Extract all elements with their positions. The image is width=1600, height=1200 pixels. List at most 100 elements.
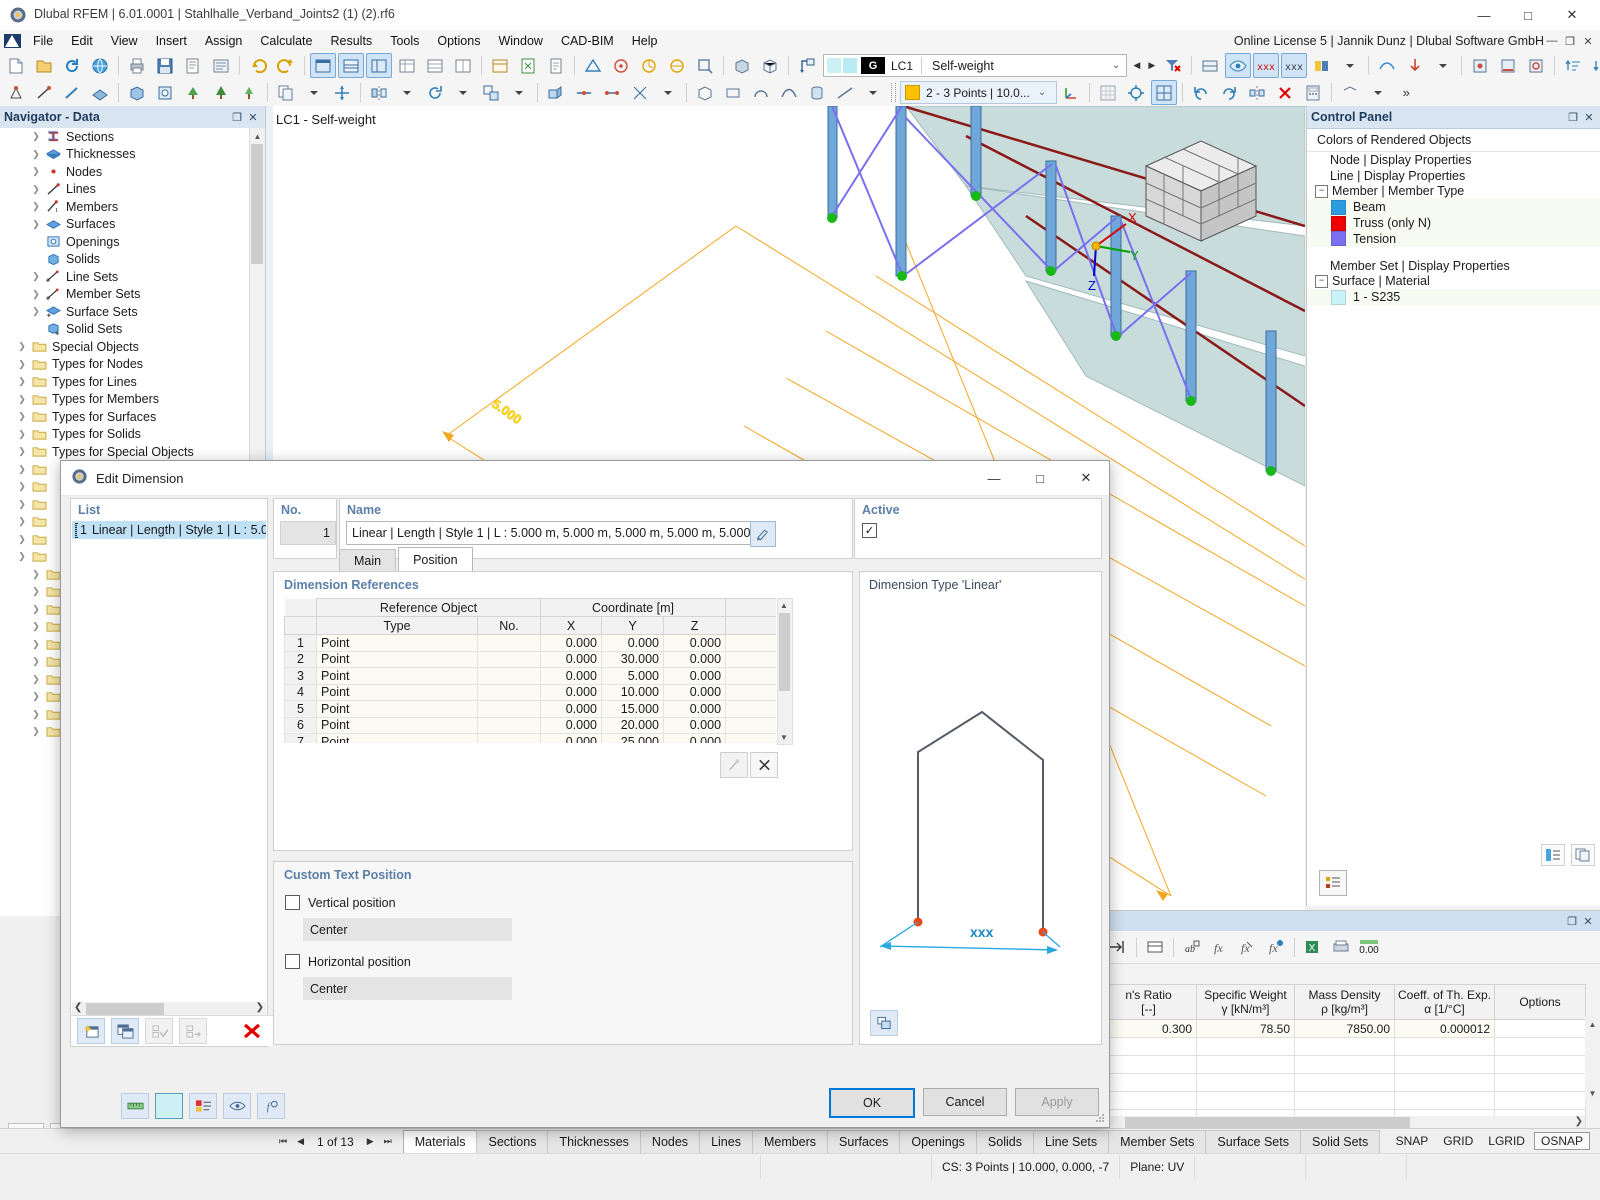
reference-cell-3[interactable]: 0.000: [541, 701, 602, 718]
reference-cell-1[interactable]: Point: [317, 651, 478, 668]
symmetry-icon[interactable]: [1244, 80, 1270, 105]
reference-cell-1[interactable]: Point: [317, 717, 478, 734]
copy-dropdown-icon[interactable]: [301, 80, 327, 105]
redo-view-icon[interactable]: [1216, 80, 1242, 105]
references-table-body[interactable]: 1Point0.0000.0000.0002Point0.00030.0000.…: [285, 635, 777, 744]
record-tab-thicknesses[interactable]: Thicknesses: [547, 1130, 640, 1154]
sort-descending-icon[interactable]: [1588, 53, 1600, 78]
chevron-down-icon[interactable]: ⌄: [1112, 60, 1120, 71]
copy-settings-icon[interactable]: [1571, 844, 1595, 866]
reference-cell-2[interactable]: [478, 635, 541, 652]
reference-cell-2[interactable]: [478, 668, 541, 685]
chevron-right-icon[interactable]: ❯: [14, 429, 30, 440]
chevron-right-icon[interactable]: ❯: [28, 201, 44, 212]
print-preview-icon[interactable]: [180, 53, 206, 78]
insert-tree2-icon[interactable]: [208, 80, 234, 105]
color-swatch[interactable]: [1331, 200, 1346, 215]
reference-cell-1[interactable]: Point: [317, 684, 478, 701]
reference-cell-4[interactable]: 25.000: [602, 734, 664, 744]
materials-cell-empty[interactable]: [1197, 1074, 1295, 1092]
navigator-item-types-for-members[interactable]: ❯Types for Members: [0, 391, 250, 409]
materials-cell-empty[interactable]: [1395, 1056, 1495, 1074]
reference-row[interactable]: 2Point0.00030.0000.000: [285, 651, 777, 668]
reference-cell-0[interactable]: 1: [285, 635, 317, 652]
rotate-dropdown-icon[interactable]: [450, 80, 476, 105]
dimension-units-icon[interactable]: [121, 1093, 149, 1119]
chevron-right-icon[interactable]: ❯: [28, 726, 44, 737]
reference-cell-4[interactable]: 20.000: [602, 717, 664, 734]
table-print-icon[interactable]: [1327, 934, 1355, 960]
list-scroll-right-icon[interactable]: ❯: [256, 1002, 264, 1013]
control-panel-group-member-member-type[interactable]: −Member | Member Type: [1307, 184, 1600, 200]
dimension-list[interactable]: 1 Linear | Length | Style 1 | L : 5.00: [72, 521, 266, 1016]
navigator-item-solids[interactable]: Solids: [0, 251, 250, 269]
insert-node-icon[interactable]: [3, 80, 29, 105]
chevron-right-icon[interactable]: ❯: [14, 534, 30, 545]
menu-item-window[interactable]: Window: [489, 30, 551, 52]
shape-cylinder-icon[interactable]: [804, 80, 830, 105]
materials-cell-0[interactable]: 0.300: [1101, 1020, 1197, 1038]
reference-cell-0[interactable]: 3: [285, 668, 317, 685]
list-scroll-left-icon[interactable]: ❮: [74, 1002, 82, 1013]
grid-toggle[interactable]: GRID: [1437, 1133, 1479, 1149]
control-panel-group-member-set-display-properties[interactable]: Member Set | Display Properties: [1307, 258, 1600, 274]
materials-cell-empty[interactable]: [1395, 1038, 1495, 1056]
osnap-icon[interactable]: [1123, 80, 1149, 105]
chevron-right-icon[interactable]: ❯: [28, 184, 44, 195]
load-case-selector[interactable]: G LC1 Self-weight ⌄: [823, 54, 1127, 77]
pan-view-icon[interactable]: [664, 53, 690, 78]
materials-cell-empty[interactable]: [1495, 1092, 1586, 1110]
reference-cell-6[interactable]: [726, 684, 776, 701]
load-display-icon[interactable]: [1402, 53, 1428, 78]
chevron-right-icon[interactable]: ❯: [28, 149, 44, 160]
shape-curve-icon[interactable]: [776, 80, 802, 105]
dialog-resize-grip[interactable]: [1094, 1112, 1106, 1124]
reference-cell-0[interactable]: 2: [285, 651, 317, 668]
reference-cell-5[interactable]: 0.000: [664, 668, 726, 685]
grid-view-icon[interactable]: [422, 53, 448, 78]
name-input[interactable]: Linear | Length | Style 1 | L : 5.000 m,…: [346, 521, 754, 545]
show-hidden-icon[interactable]: [1225, 53, 1251, 78]
chevron-right-icon[interactable]: ❯: [28, 674, 44, 685]
chevron-right-icon[interactable]: ❯: [28, 604, 44, 615]
reference-cell-4[interactable]: 5.000: [602, 668, 664, 685]
reference-cell-4[interactable]: 0.000: [602, 635, 664, 652]
view-mode-1-icon[interactable]: [310, 53, 336, 78]
navigator-item-openings[interactable]: Openings: [0, 233, 250, 251]
insert-line-icon[interactable]: [31, 80, 57, 105]
mirror-dropdown-icon[interactable]: [394, 80, 420, 105]
globe-icon[interactable]: [87, 53, 113, 78]
table-formula-delete-icon[interactable]: fx: [1234, 934, 1262, 960]
table-dock-float-button[interactable]: ❐: [1564, 913, 1580, 929]
clear-references-icon[interactable]: [750, 752, 778, 778]
materials-cell-empty[interactable]: [1101, 1056, 1197, 1074]
insert-member-icon[interactable]: [59, 80, 85, 105]
navigator-item-thicknesses[interactable]: ❯Thicknesses: [0, 146, 250, 164]
navigator-item-surfaces[interactable]: ❯Surfaces: [0, 216, 250, 234]
navigator-item-members[interactable]: ❯IMembers: [0, 198, 250, 216]
show-labels-icon[interactable]: xxx: [1281, 53, 1307, 78]
reference-row[interactable]: 7Point0.00025.0000.000: [285, 734, 777, 744]
materials-table-row-empty[interactable]: [1101, 1092, 1586, 1110]
insert-solid-icon[interactable]: [124, 80, 150, 105]
duplicate-dimension-icon[interactable]: [111, 1018, 139, 1044]
menu-item-edit[interactable]: Edit: [62, 30, 102, 52]
record-tab-surface-sets[interactable]: Surface Sets: [1205, 1130, 1301, 1154]
color-swatch[interactable]: [1331, 290, 1346, 305]
table-hscroll-right-icon[interactable]: ❯: [1575, 1116, 1583, 1127]
materials-cell-empty[interactable]: [1495, 1074, 1586, 1092]
reference-cell-1[interactable]: Point: [317, 734, 478, 744]
reference-cell-6[interactable]: [726, 668, 776, 685]
undo-view-icon[interactable]: [1188, 80, 1214, 105]
snap-toggle[interactable]: SNAP: [1390, 1133, 1435, 1149]
navigator-scroll-thumb[interactable]: [251, 144, 263, 264]
load-case-prev-button[interactable]: ◀: [1129, 60, 1144, 71]
chevron-right-icon[interactable]: ❯: [28, 621, 44, 632]
materials-cell-empty[interactable]: [1101, 1038, 1197, 1056]
materials-cell-4[interactable]: [1495, 1020, 1586, 1038]
materials-cell-empty[interactable]: [1295, 1074, 1395, 1092]
record-tab-member-sets[interactable]: Member Sets: [1108, 1130, 1206, 1154]
filter-delete-icon[interactable]: [1160, 53, 1186, 78]
record-last-button[interactable]: ⏭: [379, 1136, 397, 1147]
chevron-right-icon[interactable]: ❯: [28, 166, 44, 177]
